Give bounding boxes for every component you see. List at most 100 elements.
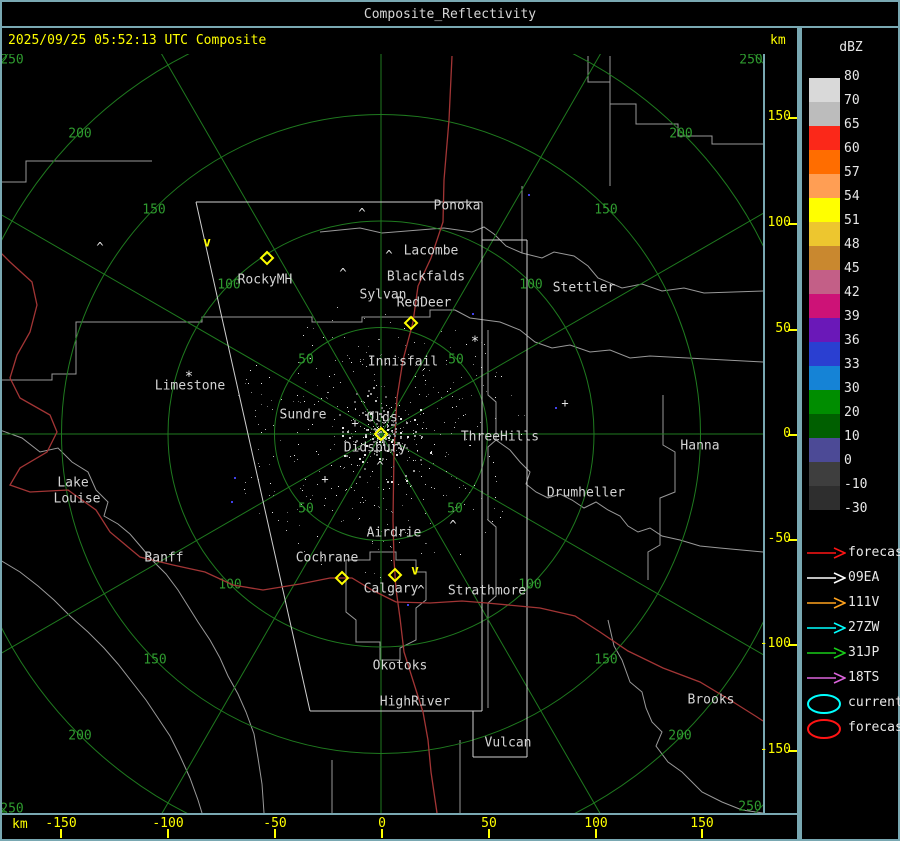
clutter-dot bbox=[444, 422, 445, 423]
vertical-axis-tick-label: -150 bbox=[759, 742, 791, 757]
clutter-dot bbox=[411, 498, 412, 499]
clutter-dot bbox=[406, 494, 407, 495]
range-ring-label: 150 bbox=[143, 653, 166, 668]
city-label: Vulcan bbox=[485, 736, 532, 751]
clutter-dot bbox=[399, 542, 400, 543]
clutter-dot bbox=[378, 434, 380, 436]
clutter-dot bbox=[399, 416, 400, 417]
colorbar-swatch bbox=[809, 486, 840, 510]
clutter-dot bbox=[466, 344, 467, 345]
clutter-dot bbox=[364, 468, 366, 470]
clutter-dot bbox=[312, 495, 313, 496]
clutter-dot bbox=[452, 396, 453, 397]
clutter-dot bbox=[250, 370, 251, 371]
clutter-dot bbox=[349, 358, 350, 359]
clutter-dot bbox=[392, 430, 393, 431]
vertical-axis-tick-label: 100 bbox=[767, 215, 791, 230]
clutter-dot bbox=[374, 380, 375, 381]
colorbar-swatch bbox=[809, 366, 840, 390]
clutter-dot bbox=[303, 485, 304, 486]
clutter-dot bbox=[255, 416, 256, 417]
city-label: Calgary bbox=[364, 582, 419, 597]
clutter-dot bbox=[269, 464, 270, 465]
clutter-dot bbox=[363, 502, 364, 503]
vertical-axis-tick-label: 150 bbox=[767, 109, 791, 124]
clutter-dot bbox=[374, 505, 375, 506]
caret-marker-icon: ^ bbox=[449, 518, 456, 532]
clutter-dot bbox=[420, 409, 422, 411]
city-label: RedDeer bbox=[397, 296, 452, 311]
clutter-dot bbox=[431, 487, 432, 488]
colorbar-tick-label: 42 bbox=[844, 285, 860, 300]
clutter-dot bbox=[364, 318, 365, 319]
clutter-dot bbox=[321, 398, 322, 399]
clutter-dot bbox=[464, 504, 465, 505]
colorbar-swatch bbox=[809, 198, 840, 222]
radar-map-canvas[interactable]: 5010015020025050100150200250501001502002… bbox=[2, 54, 763, 813]
legend-arrow-row: 31JP bbox=[802, 645, 900, 663]
horizontal-axis: km -150 -100 -50 0 50 100 150 bbox=[0, 815, 797, 839]
clutter-dot bbox=[370, 476, 371, 477]
clutter-dot bbox=[330, 449, 331, 450]
clutter-dot bbox=[405, 410, 406, 411]
clutter-dot bbox=[501, 376, 502, 377]
lake-dot bbox=[555, 407, 557, 409]
clutter-dot bbox=[354, 490, 355, 491]
colorbar-swatch bbox=[809, 246, 840, 270]
clutter-dot bbox=[451, 433, 452, 434]
clutter-dot bbox=[406, 480, 408, 482]
clutter-dot bbox=[414, 342, 415, 343]
radial-grid-line bbox=[161, 433, 382, 813]
clutter-dot bbox=[363, 359, 364, 360]
clutter-dot bbox=[378, 339, 379, 340]
clutter-dot bbox=[400, 432, 402, 434]
clutter-dot bbox=[465, 488, 466, 489]
colorbar-swatch bbox=[809, 270, 840, 294]
clutter-dot bbox=[455, 422, 456, 423]
clutter-dot bbox=[362, 364, 363, 365]
clutter-dot bbox=[318, 401, 319, 402]
range-ring-label: 150 bbox=[142, 203, 165, 218]
clutter-dot bbox=[366, 352, 367, 353]
clutter-dot bbox=[280, 440, 281, 441]
clutter-dot bbox=[251, 477, 252, 478]
clutter-dot bbox=[336, 495, 337, 496]
clutter-dot bbox=[286, 530, 287, 531]
clutter-dot bbox=[281, 399, 282, 400]
clutter-dot bbox=[486, 391, 487, 392]
clutter-dot bbox=[261, 432, 262, 433]
clutter-dot bbox=[381, 403, 382, 404]
clutter-dot bbox=[391, 467, 392, 468]
colorbar-swatch bbox=[809, 390, 840, 414]
clutter-dot bbox=[261, 404, 262, 405]
legend-arrow-label: forecast bbox=[848, 545, 900, 560]
asterisk-marker-icon: * bbox=[185, 369, 193, 385]
clutter-dot bbox=[367, 395, 369, 397]
vertical-axis: 150100500-50-100-150 bbox=[760, 54, 798, 813]
clutter-dot bbox=[297, 509, 298, 510]
legend-ellipse-row: current bbox=[802, 692, 900, 716]
clutter-dot bbox=[359, 458, 361, 460]
county-boundary bbox=[487, 330, 497, 708]
clutter-dot bbox=[398, 337, 399, 338]
clutter-dot bbox=[258, 424, 259, 425]
clutter-dot bbox=[460, 554, 461, 555]
legend-arrow-label: 18TS bbox=[848, 670, 880, 685]
clutter-dot bbox=[349, 437, 351, 439]
clutter-dot bbox=[298, 401, 299, 402]
clutter-dot bbox=[411, 485, 412, 486]
clutter-dot bbox=[373, 429, 374, 430]
clutter-dot bbox=[384, 386, 385, 387]
clutter-dot bbox=[459, 487, 460, 488]
timestamp-label: 2025/09/25 05:52:13 UTC Composite bbox=[8, 33, 267, 48]
clutter-dot bbox=[425, 543, 426, 544]
asterisk-marker-icon: * bbox=[471, 334, 479, 350]
clutter-dot bbox=[379, 339, 380, 340]
plus-marker-icon: + bbox=[351, 416, 358, 430]
lake-dot bbox=[231, 501, 233, 503]
vertical-axis-tick-label: -50 bbox=[767, 531, 791, 546]
clutter-dot bbox=[484, 344, 485, 345]
clutter-dot bbox=[431, 451, 432, 452]
clutter-dot bbox=[393, 466, 394, 467]
clutter-dot bbox=[440, 434, 441, 435]
